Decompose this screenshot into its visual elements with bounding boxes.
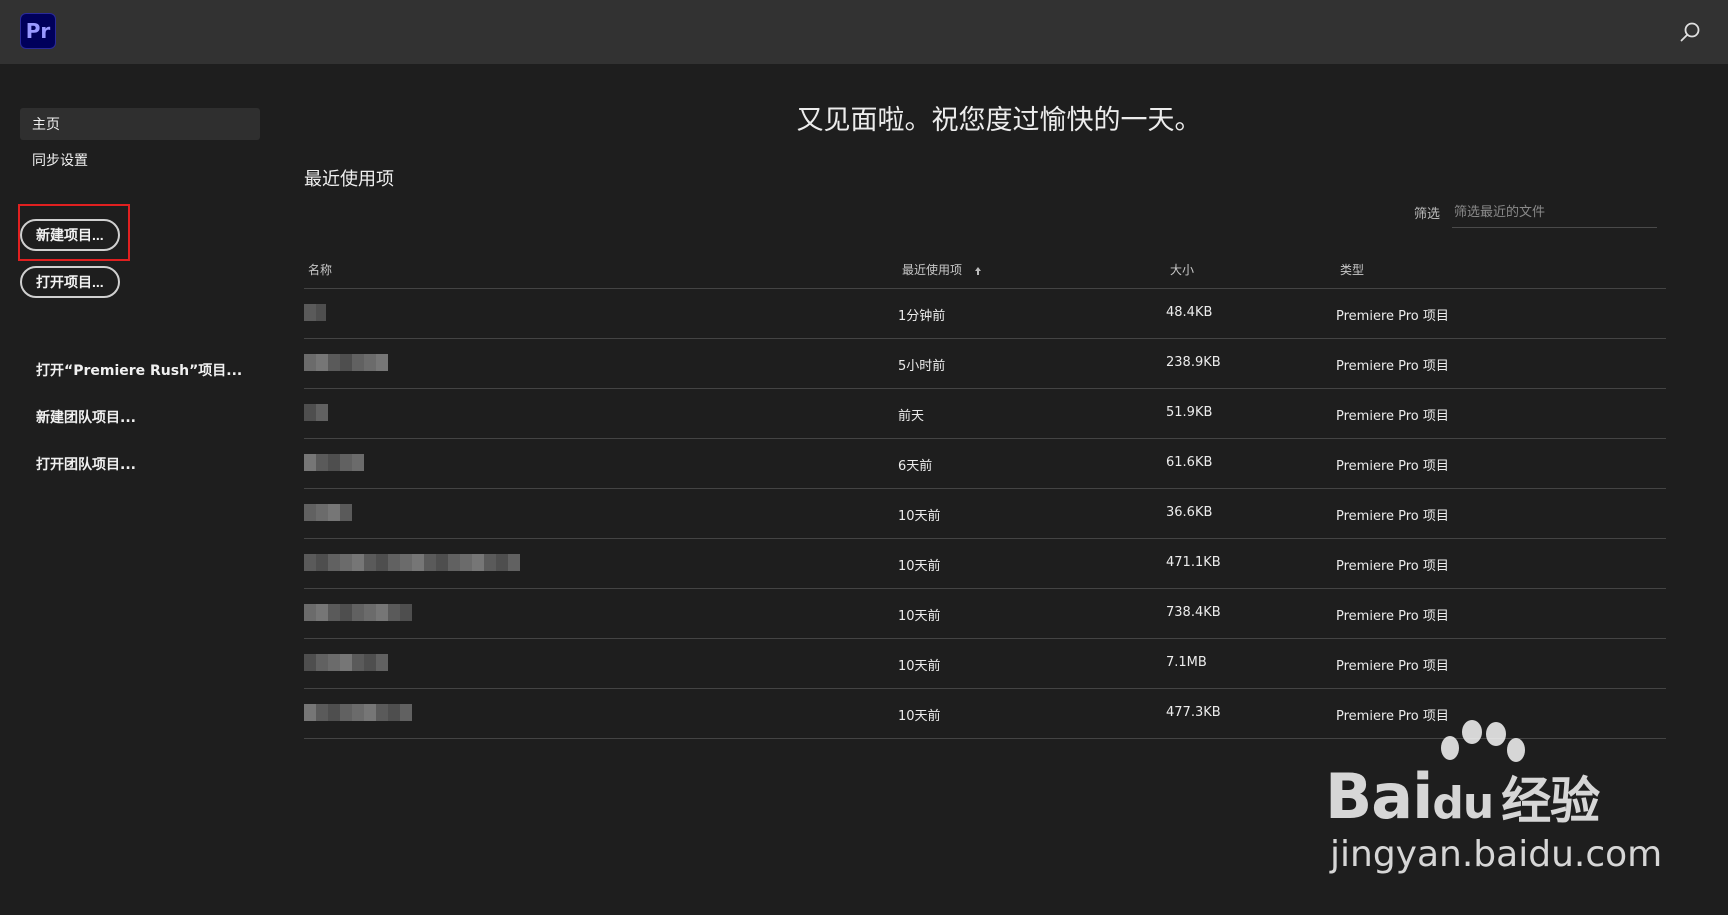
file-last-used: 10天前 bbox=[898, 509, 941, 524]
watermark-brand-du: du bbox=[1432, 778, 1494, 829]
file-size: 7.1MB bbox=[1166, 655, 1207, 670]
file-type: Premiere Pro 项目 bbox=[1336, 459, 1449, 474]
search-icon bbox=[1680, 22, 1700, 42]
file-size: 471.1KB bbox=[1166, 555, 1221, 570]
sort-ascending-icon bbox=[974, 266, 981, 275]
file-size: 48.4KB bbox=[1166, 305, 1213, 320]
file-size: 51.9KB bbox=[1166, 405, 1213, 420]
baidu-jingyan-watermark: Baidu 经验 jingyan.baidu.com bbox=[1310, 720, 1710, 890]
table-row[interactable]: 5小时前 238.9KB Premiere Pro 项目 bbox=[304, 339, 1666, 389]
file-size: 238.9KB bbox=[1166, 355, 1221, 370]
sidebar-item-home[interactable]: 主页 bbox=[20, 108, 260, 140]
file-type: Premiere Pro 项目 bbox=[1336, 659, 1449, 674]
open-team-project-link[interactable]: 打开团队项目... bbox=[36, 454, 136, 474]
table-row[interactable]: 10天前 738.4KB Premiere Pro 项目 bbox=[304, 589, 1666, 639]
file-type: Premiere Pro 项目 bbox=[1336, 609, 1449, 624]
file-type: Premiere Pro 项目 bbox=[1336, 709, 1449, 724]
file-name-redacted bbox=[304, 454, 364, 471]
file-last-used: 10天前 bbox=[898, 559, 941, 574]
file-type: Premiere Pro 项目 bbox=[1336, 409, 1449, 424]
file-last-used: 6天前 bbox=[898, 459, 933, 474]
file-name-redacted bbox=[304, 304, 326, 321]
watermark-brand-bai: Bai bbox=[1325, 760, 1433, 833]
file-type: Premiere Pro 项目 bbox=[1336, 509, 1449, 524]
table-row[interactable]: 6天前 61.6KB Premiere Pro 项目 bbox=[304, 439, 1666, 489]
column-header-name[interactable]: 名称 bbox=[308, 261, 332, 278]
watermark-brand: Baidu 经验 bbox=[1325, 760, 1600, 833]
file-type: Premiere Pro 项目 bbox=[1336, 309, 1449, 324]
file-name-redacted bbox=[304, 554, 520, 571]
file-last-used: 10天前 bbox=[898, 659, 941, 674]
recent-files-table: 名称 最近使用项 大小 类型 1分钟前 48.4KB Premiere Pro 项目… bbox=[304, 253, 1666, 739]
file-type: Premiere Pro 项目 bbox=[1336, 559, 1449, 574]
table-row[interactable]: 10天前 471.1KB Premiere Pro 项目 bbox=[304, 539, 1666, 589]
filter-input[interactable] bbox=[1452, 198, 1657, 228]
column-header-type[interactable]: 类型 bbox=[1340, 261, 1364, 278]
file-size: 738.4KB bbox=[1166, 605, 1221, 620]
greeting-heading: 又见面啦。祝您度过愉快的一天。 bbox=[796, 105, 1202, 136]
file-name-redacted bbox=[304, 354, 388, 371]
table-row[interactable]: 10天前 7.1MB Premiere Pro 项目 bbox=[304, 639, 1666, 689]
watermark-url: jingyan.baidu.com bbox=[1330, 834, 1663, 875]
file-last-used: 前天 bbox=[898, 409, 925, 424]
table-row[interactable]: 前天 51.9KB Premiere Pro 项目 bbox=[304, 389, 1666, 439]
file-last-used: 5小时前 bbox=[898, 359, 946, 374]
table-row[interactable]: 1分钟前 48.4KB Premiere Pro 项目 bbox=[304, 289, 1666, 339]
table-row[interactable]: 10天前 36.6KB Premiere Pro 项目 bbox=[304, 489, 1666, 539]
new-project-button[interactable]: 新建项目... bbox=[20, 219, 120, 251]
file-name-redacted bbox=[304, 604, 412, 621]
file-last-used: 10天前 bbox=[898, 709, 941, 724]
file-name-redacted bbox=[304, 404, 328, 421]
recent-items-title: 最近使用项 bbox=[304, 169, 394, 190]
new-team-project-link[interactable]: 新建团队项目... bbox=[36, 407, 136, 427]
file-size: 61.6KB bbox=[1166, 455, 1213, 470]
open-project-button[interactable]: 打开项目... bbox=[20, 266, 120, 298]
premiere-home-screen: Pr 主页 同步设置 新建项目... 打开项目... 打开“Premiere R… bbox=[0, 0, 1728, 915]
file-name-redacted bbox=[304, 704, 412, 721]
premiere-pro-logo: Pr bbox=[20, 13, 56, 49]
table-row[interactable]: 10天前 477.3KB Premiere Pro 项目 bbox=[304, 689, 1666, 739]
sidebar: 主页 同步设置 bbox=[0, 64, 270, 915]
open-rush-project-link[interactable]: 打开“Premiere Rush”项目... bbox=[36, 360, 242, 380]
column-header-recent-label: 最近使用项 bbox=[902, 263, 963, 277]
file-last-used: 10天前 bbox=[898, 609, 941, 624]
file-last-used: 1分钟前 bbox=[898, 309, 946, 324]
file-name-redacted bbox=[304, 504, 352, 521]
filter-label: 筛选 bbox=[1414, 207, 1441, 222]
table-body: 1分钟前 48.4KB Premiere Pro 项目 5小时前 238.9KB Prem… bbox=[304, 289, 1666, 739]
table-header: 名称 最近使用项 大小 类型 bbox=[304, 253, 1666, 289]
file-size: 477.3KB bbox=[1166, 705, 1221, 720]
sidebar-item-sync-settings[interactable]: 同步设置 bbox=[20, 144, 260, 176]
sidebar-item-label: 主页 bbox=[32, 117, 60, 133]
file-type: Premiere Pro 项目 bbox=[1336, 359, 1449, 374]
column-header-recent[interactable]: 最近使用项 bbox=[902, 261, 982, 278]
sidebar-item-label: 同步设置 bbox=[32, 153, 88, 169]
logo-text: Pr bbox=[25, 19, 51, 43]
column-header-size[interactable]: 大小 bbox=[1170, 261, 1194, 278]
search-button[interactable] bbox=[1676, 18, 1704, 46]
file-name-redacted bbox=[304, 654, 388, 671]
app-header: Pr bbox=[0, 0, 1728, 64]
file-size: 36.6KB bbox=[1166, 505, 1213, 520]
watermark-brand-cn: 经验 bbox=[1501, 772, 1600, 830]
